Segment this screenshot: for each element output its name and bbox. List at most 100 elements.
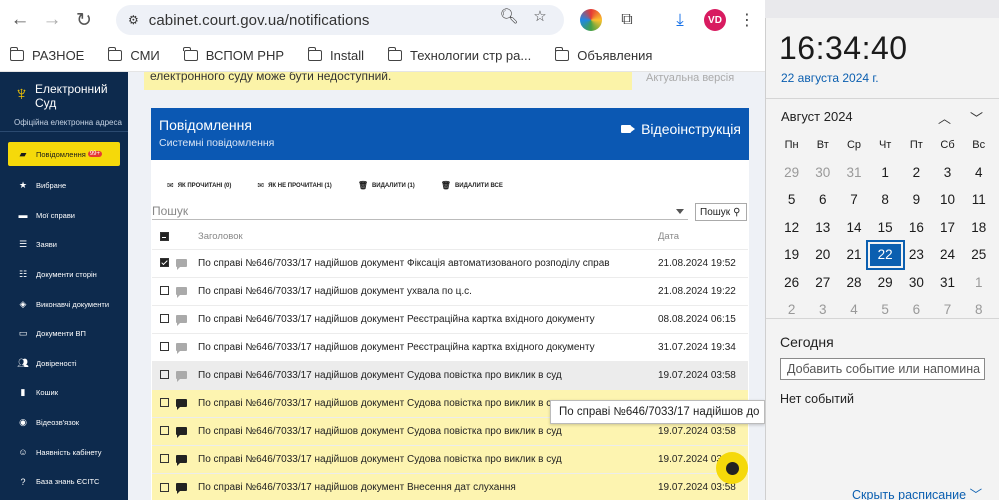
download-icon[interactable]: ⤓ (669, 9, 691, 31)
search-button[interactable]: Пошук ⚲ (695, 203, 747, 221)
search-input[interactable]: Пошук (152, 203, 688, 220)
video-instruction-link[interactable]: Відеоінструкція (621, 121, 741, 137)
site-info-icon[interactable]: ⚙ (128, 13, 139, 27)
bookmark-folder[interactable]: ВСПОМ РНР (183, 47, 284, 63)
row-title[interactable]: По справі №646/7033/17 надійшов документ… (198, 332, 655, 361)
back-icon[interactable]: ← (4, 4, 36, 36)
row-checkbox[interactable] (159, 342, 169, 352)
row-title[interactable]: По справі №646/7033/17 надійшов документ… (198, 360, 655, 389)
calendar-day[interactable]: 26 (776, 275, 807, 290)
sidebar-item[interactable]: ◈ Виконавчі документи (0, 289, 128, 319)
row-checkbox[interactable] (159, 398, 169, 408)
calendar-day[interactable]: 15 (870, 220, 901, 235)
row-checkbox[interactable] (159, 454, 169, 464)
reload-icon[interactable]: ↻ (68, 4, 100, 36)
calendar-day[interactable]: 11 (963, 192, 994, 207)
sidebar-item[interactable]: ☺ Наявність кабінету (0, 437, 128, 467)
calendar-day[interactable]: 21 (838, 247, 869, 262)
row-title[interactable]: По справі №646/7033/17 надійшов документ… (198, 276, 655, 305)
calendar-day[interactable]: 20 (807, 247, 838, 262)
calendar-day[interactable]: 1 (963, 275, 994, 290)
calendar-day[interactable]: 31 (838, 165, 869, 180)
calendar-day[interactable]: 3 (807, 302, 838, 317)
calendar-day[interactable]: 29 (776, 165, 807, 180)
forward-icon[interactable]: → (36, 4, 68, 36)
table-row[interactable]: По справі №646/7033/17 надійшов документ… (152, 472, 748, 500)
dropdown-caret-icon[interactable] (676, 209, 684, 214)
sidebar-item[interactable]: ★ Вибране (0, 171, 128, 201)
row-checkbox[interactable] (159, 482, 169, 492)
calendar-day[interactable]: 31 (932, 275, 963, 290)
calendar-day[interactable]: 8 (963, 302, 994, 317)
sidebar-item[interactable]: ◉ Відеозв'язок (0, 408, 128, 438)
sidebar-item[interactable]: ☰ Заяви (0, 230, 128, 260)
chevron-up-icon[interactable]: ︿ (938, 108, 951, 127)
row-checkbox[interactable] (159, 286, 169, 296)
calendar-day[interactable]: 8 (870, 192, 901, 207)
extensions-puzzle-icon[interactable]: ⧉ (616, 9, 638, 31)
bookmark-folder[interactable]: Технологии стр ра... (387, 47, 531, 63)
table-row[interactable]: По справі №646/7033/17 надійшов документ… (152, 332, 748, 361)
calendar-day[interactable]: 6 (807, 192, 838, 207)
table-row[interactable]: По справі №646/7033/17 надійшов документ… (152, 360, 748, 389)
calendar-day[interactable]: 16 (901, 220, 932, 235)
calendar-day[interactable]: 6 (901, 302, 932, 317)
address-bar[interactable]: ⚙ cabinet.court.gov.ua/notifications (116, 5, 564, 35)
row-checkbox[interactable] (159, 314, 169, 324)
calendar-day[interactable]: 7 (838, 192, 869, 207)
calendar-day[interactable]: 10 (932, 192, 963, 207)
bookmark-folder[interactable]: РАЗНОЕ (9, 47, 84, 63)
sidebar-item[interactable]: ▬ Мої справи (0, 201, 128, 231)
row-checkbox[interactable] (159, 370, 169, 380)
row-title[interactable]: По справі №646/7033/17 надійшов документ… (198, 304, 655, 333)
table-row[interactable]: По справі №646/7033/17 надійшов документ… (152, 276, 748, 305)
table-row[interactable]: По справі №646/7033/17 надійшов документ… (152, 304, 748, 333)
calendar-day[interactable]: 24 (932, 247, 963, 262)
calendar-day[interactable]: 4 (963, 165, 994, 180)
calendar-day[interactable]: 23 (901, 247, 932, 262)
sidebar-item[interactable]: ? База знань ЄСІТС (0, 467, 128, 497)
mark-read-button[interactable]: ✉ ЯК ПРОЧИТАНІ (0) (167, 181, 231, 190)
calendar-day[interactable]: 3 (932, 165, 963, 180)
clock-date-link[interactable]: 22 августа 2024 г. (781, 71, 879, 85)
calendar-day[interactable]: 2 (901, 165, 932, 180)
row-checkbox[interactable] (159, 258, 169, 268)
calendar-day[interactable]: 4 (838, 302, 869, 317)
calendar-day-today[interactable]: 22 (865, 239, 905, 270)
bookmark-star-icon[interactable]: ☆ (531, 7, 549, 25)
delete-button[interactable]: 🗑︎ ВИДАЛИТИ (1) (358, 181, 415, 190)
bookmark-folder[interactable]: СМИ (107, 47, 160, 63)
calendar-day[interactable]: 9 (901, 192, 932, 207)
sidebar-item[interactable]: ▭ Документи ВП (0, 319, 128, 349)
table-row[interactable]: По справі №646/7033/17 надійшов документ… (152, 444, 748, 473)
calendar-day[interactable]: 27 (807, 275, 838, 290)
calendar-day[interactable]: 5 (870, 302, 901, 317)
menu-dots-icon[interactable]: ⋮ (736, 9, 758, 31)
sidebar-item[interactable]: 👥︎ Довіреності (0, 349, 128, 379)
calendar-day[interactable]: 25 (963, 247, 994, 262)
sidebar-item[interactable]: ▰ Повідомлення 99+ (8, 142, 120, 166)
calendar-day[interactable]: 19 (776, 247, 807, 262)
sidebar-item[interactable]: ▮ Кошик (0, 378, 128, 408)
calendar-day[interactable]: 14 (838, 220, 869, 235)
calendar-day[interactable]: 12 (776, 220, 807, 235)
table-row[interactable]: По справі №646/7033/17 надійшов документ… (152, 248, 748, 277)
calendar-day[interactable]: 7 (932, 302, 963, 317)
bookmark-folder[interactable]: Объявления (554, 47, 652, 63)
mark-unread-button[interactable]: ✉ ЯК НЕ ПРОЧИТАНІ (1) (257, 181, 331, 190)
add-event-input[interactable]: Добавить событие или напомина (780, 358, 985, 380)
row-checkbox[interactable] (159, 426, 169, 436)
row-title[interactable]: По справі №646/7033/17 надійшов документ… (198, 248, 655, 277)
select-all-checkbox[interactable] (159, 232, 169, 242)
bookmark-folder[interactable]: Install (307, 47, 364, 63)
extension-color-icon[interactable] (580, 9, 602, 31)
support-call-button[interactable] (716, 452, 748, 484)
version-link[interactable]: Актуальна версія (646, 72, 746, 90)
row-title[interactable]: По справі №646/7033/17 надійшов документ… (198, 444, 655, 473)
calendar-day[interactable]: 5 (776, 192, 807, 207)
calendar-day[interactable]: 30 (901, 275, 932, 290)
zoom-icon[interactable]: 🔍︎ (499, 7, 518, 25)
calendar-day[interactable]: 28 (838, 275, 869, 290)
calendar-day[interactable]: 13 (807, 220, 838, 235)
calendar-day[interactable]: 30 (807, 165, 838, 180)
